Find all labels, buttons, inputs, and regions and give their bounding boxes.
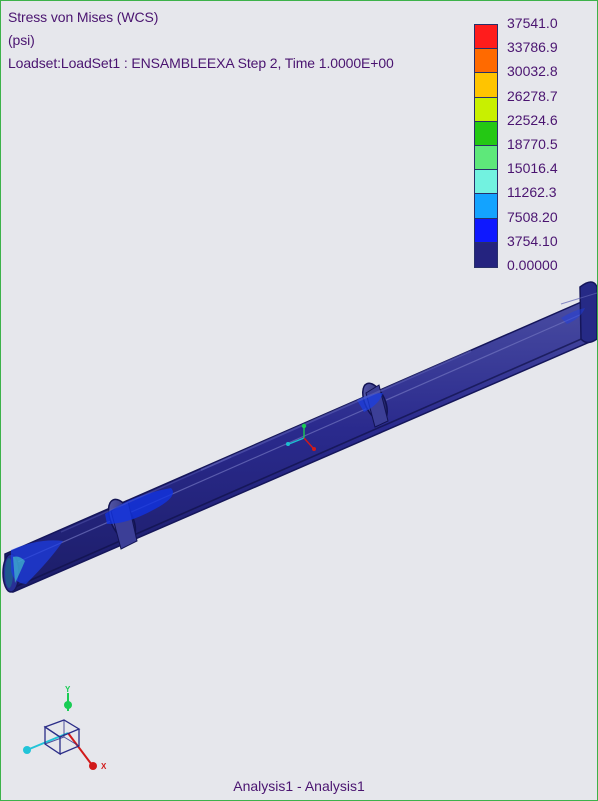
legend-swatch — [475, 194, 497, 219]
legend-value: 37541.0 — [507, 15, 558, 31]
legend-value: 26278.7 — [507, 87, 558, 104]
legend-value: 15016.4 — [507, 160, 558, 177]
legend-swatch — [475, 121, 497, 146]
legend-value: 0.00000 — [507, 257, 558, 273]
legend-value: 3754.10 — [507, 232, 558, 249]
legend-swatch — [475, 218, 497, 243]
legend-swatch — [475, 25, 497, 50]
legend-value: 22524.6 — [507, 111, 558, 128]
legend-value: 7508.20 — [507, 208, 558, 225]
color-legend — [474, 24, 498, 268]
legend-swatch — [475, 145, 497, 171]
legend-value: 30032.8 — [507, 63, 558, 80]
triad-x-label: X — [101, 762, 107, 771]
triad-y-label: Y — [65, 685, 71, 694]
legend-value: 11262.3 — [507, 184, 557, 201]
legend-swatch — [475, 49, 497, 74]
result-units: (psi) — [8, 32, 35, 48]
legend-swatch — [475, 242, 497, 267]
legend-swatch — [475, 97, 497, 122]
legend-value: 18770.5 — [507, 136, 558, 152]
result-title: Stress von Mises (WCS) — [8, 9, 159, 25]
shaft-assembly — [2, 281, 597, 593]
legend-value: 33786.9 — [507, 39, 558, 56]
legend-swatch — [475, 170, 497, 195]
analysis-footer: Analysis1 - Analysis1 — [233, 778, 365, 794]
graphics-viewport[interactable]: Stress von Mises (WCS) (psi) Loadset:Loa… — [0, 0, 598, 801]
loadset-info: Loadset:LoadSet1 : ENSAMBLEEXA Step 2, T… — [8, 55, 394, 71]
legend-swatch — [475, 73, 497, 98]
coordinate-triad-icon: Y X — [23, 685, 107, 771]
